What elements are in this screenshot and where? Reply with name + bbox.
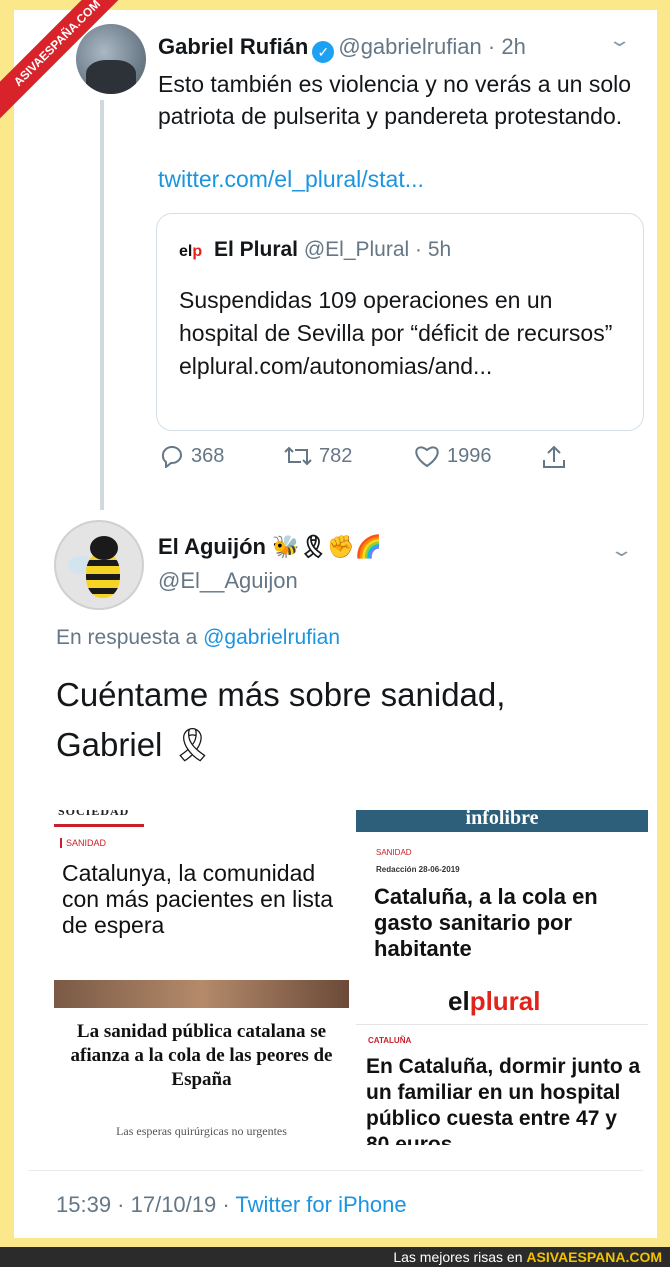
reply-button[interactable]: 368 — [159, 444, 224, 468]
heart-icon — [415, 446, 439, 468]
quote-time: · 5h — [415, 238, 452, 261]
tweet-card: Gabriel Rufián ✓ @gabrielrufian · 2h ⌄ Est… — [14, 10, 657, 1238]
chevron-down-icon[interactable]: ⌄ — [609, 540, 633, 561]
category-label: CATALUÑA — [368, 1036, 412, 1045]
quote-author-handle: @El_Plural — [303, 238, 410, 261]
site-footer: Las mejores risas en ASIVAESPANA.COM — [0, 1247, 670, 1267]
reply-context: En respuesta a @gabrielrufian — [56, 626, 340, 650]
section-label: SOCIEDAD — [58, 810, 130, 818]
footer-brand-link[interactable]: ASIVAESPANA.COM — [526, 1249, 662, 1265]
reply-count: 368 — [191, 444, 225, 467]
tweet-text: Esto también es violencia y no verás a u… — [158, 71, 632, 129]
footer-text: Las mejores risas en — [393, 1249, 523, 1265]
news-clipping-image[interactable]: infolibre SANIDAD Redacción 28-06-2019 C… — [356, 810, 648, 972]
news-clipping-image[interactable]: SOCIEDAD SANIDAD Catalunya, la comunidad… — [54, 810, 349, 972]
reply-icon — [161, 446, 182, 468]
category-label: SANIDAD — [60, 838, 106, 848]
clipping-headline: En Cataluña, dormir junto a un familiar … — [366, 1055, 641, 1145]
quoted-tweet[interactable]: elp El Plural @El_Plural · 5h Suspendida… — [156, 213, 644, 431]
retweet-button[interactable]: 782 — [283, 444, 352, 468]
thread-line — [100, 100, 104, 510]
retweet-count: 782 — [319, 444, 353, 467]
el-plural-logo: elplural — [448, 986, 541, 1016]
tweet-timestamp: 15:39 · 17/10/19 · Twitter for iPhone — [56, 1192, 407, 1218]
author-name-line: El Aguijón 🐝🎗✊🌈 — [158, 534, 382, 560]
tweet-header: Gabriel Rufián ✓ @gabrielrufian · 2h — [158, 34, 526, 63]
source-link[interactable]: Twitter for iPhone — [235, 1192, 406, 1217]
quote-author-name: El Plural — [213, 238, 298, 261]
like-button[interactable]: 1996 — [413, 444, 492, 468]
chevron-down-icon[interactable]: ⌄ — [607, 30, 631, 51]
quote-header: elp El Plural @El_Plural · 5h — [179, 238, 451, 262]
masthead: infolibre — [356, 810, 648, 832]
retweet-icon — [284, 446, 312, 466]
bee-avatar[interactable] — [54, 520, 144, 610]
like-count: 1996 — [447, 444, 492, 467]
quote-text: Suspendidas 109 operaciones en un hospit… — [179, 287, 613, 379]
category-label: SANIDAD — [376, 848, 412, 857]
tweet-text: Cuéntame más sobre sanidad, Gabriel 🎗 — [56, 676, 506, 763]
reply-mention-link[interactable]: @gabrielrufian — [203, 626, 340, 649]
byline: Redacción 28-06-2019 — [376, 865, 460, 874]
tweet-time: · 2h — [487, 34, 526, 59]
timestamp-text[interactable]: 15:39 · 17/10/19 · — [56, 1192, 230, 1217]
avatar[interactable] — [76, 24, 146, 94]
clipping-headline: Catalunya, la comunidad con más paciente… — [62, 860, 334, 938]
divider — [28, 1170, 643, 1171]
el-plural-logo: elp — [179, 243, 203, 260]
clipping-subhead: Las esperas quirúrgicas no urgentes — [116, 1124, 287, 1138]
share-button[interactable] — [541, 444, 567, 470]
tweet-link[interactable]: twitter.com/el_plural/stat... — [158, 166, 424, 193]
author-name[interactable]: El Aguijón — [158, 534, 266, 559]
author-handle[interactable]: @El__Aguijon — [158, 568, 298, 594]
reply-prefix: En respuesta a — [56, 626, 198, 649]
author-handle[interactable]: @gabrielrufian — [338, 34, 481, 59]
news-clipping-image[interactable]: La sanidad pública catalana se afianza a… — [54, 980, 349, 1145]
share-icon — [543, 445, 565, 468]
tweet-actions: 368 782 1996 — [159, 444, 629, 474]
emoji-badges: 🐝🎗✊🌈 — [272, 534, 383, 559]
verified-icon: ✓ — [312, 41, 335, 63]
news-clipping-image[interactable]: elplural CATALUÑA En Cataluña, dormir ju… — [356, 980, 648, 1145]
clipping-headline: Cataluña, a la cola en gasto sanitario p… — [374, 884, 598, 961]
clipping-headline: La sanidad pública catalana se afianza a… — [70, 1021, 333, 1090]
author-name[interactable]: Gabriel Rufián — [158, 34, 308, 59]
